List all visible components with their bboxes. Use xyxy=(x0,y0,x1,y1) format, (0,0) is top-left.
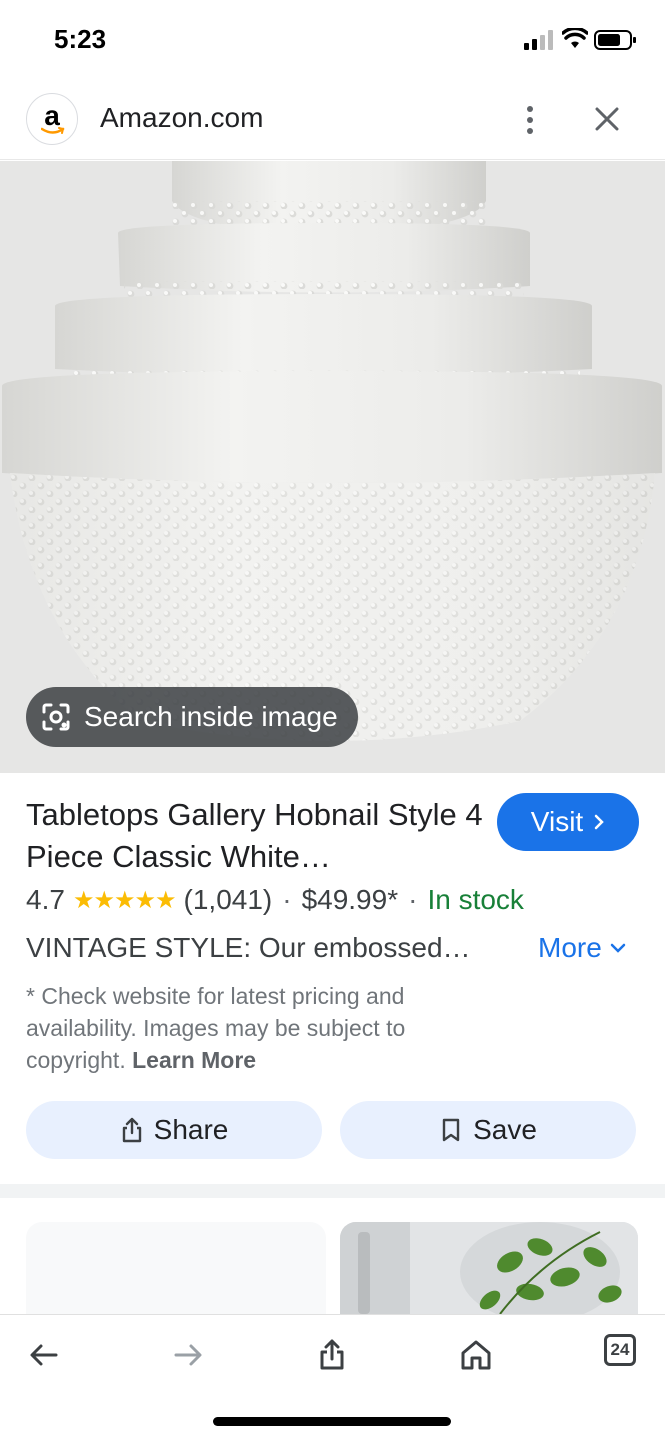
home-button[interactable] xyxy=(454,1333,498,1377)
review-count: (1,041) xyxy=(183,884,273,915)
home-icon xyxy=(461,1340,491,1370)
share-page-button[interactable] xyxy=(310,1333,354,1377)
save-label: Save xyxy=(473,1114,537,1145)
wifi-icon xyxy=(562,28,588,48)
related-thumbnail xyxy=(340,1222,638,1314)
learn-more-link[interactable]: Learn More xyxy=(132,1047,256,1073)
product-image[interactable]: Search inside image xyxy=(0,161,665,773)
more-options-icon[interactable] xyxy=(518,102,542,138)
bowls-illustration xyxy=(0,161,665,773)
status-bar: 5:23 xyxy=(0,0,665,80)
rating-value: 4.7 xyxy=(26,884,65,915)
site-name: Amazon.com xyxy=(100,102,264,133)
visit-button[interactable]: Visit xyxy=(497,793,639,851)
share-icon xyxy=(320,1339,344,1370)
chevron-right-icon xyxy=(594,814,604,830)
signal-icon xyxy=(524,30,556,50)
amazon-smile-icon xyxy=(41,127,65,134)
visit-label: Visit xyxy=(530,806,584,837)
share-icon xyxy=(122,1117,141,1143)
separator: · xyxy=(282,884,292,915)
star-rating-icon: ★★★★★ xyxy=(72,886,177,914)
section-divider xyxy=(0,1184,665,1198)
disclaimer: * Check website for latest pricing and a… xyxy=(26,980,496,1076)
site-favicon: a xyxy=(26,93,78,145)
browser-header: a Amazon.com xyxy=(0,80,665,160)
related-result-card[interactable] xyxy=(340,1222,638,1314)
battery-icon xyxy=(594,30,636,50)
tabs-button[interactable]: 24 xyxy=(604,1334,636,1366)
share-label: Share xyxy=(153,1114,229,1145)
separator: · xyxy=(408,884,418,915)
more-label: More xyxy=(538,932,602,963)
search-inside-image-button[interactable]: Search inside image xyxy=(26,687,358,747)
related-result-card[interactable] xyxy=(26,1222,326,1314)
lens-icon xyxy=(42,703,70,731)
back-button[interactable] xyxy=(22,1333,66,1377)
chevron-down-icon xyxy=(610,943,626,953)
save-button[interactable]: Save xyxy=(340,1101,636,1159)
status-time: 5:23 xyxy=(54,24,107,54)
arrow-left-icon xyxy=(30,1344,58,1366)
tab-count: 24 xyxy=(610,1340,630,1359)
product-title[interactable]: Tabletops Gallery Hobnail Style 4 Piece … xyxy=(26,794,486,878)
share-button[interactable]: Share xyxy=(26,1101,322,1159)
home-indicator xyxy=(213,1417,451,1426)
price: $49.99* xyxy=(301,884,399,915)
lens-label: Search inside image xyxy=(84,701,338,732)
forward-button[interactable] xyxy=(166,1333,210,1377)
product-meta: 4.7 ★★★★★ (1,041) · $49.99* · In stock xyxy=(26,884,524,916)
product-description: VINTAGE STYLE: Our embossed… xyxy=(26,932,471,963)
favicon-letter: a xyxy=(44,100,60,131)
arrow-right-icon xyxy=(174,1344,202,1366)
bookmark-icon xyxy=(442,1118,460,1142)
close-icon[interactable] xyxy=(590,102,624,136)
availability: In stock xyxy=(427,884,524,915)
more-button[interactable]: More xyxy=(538,932,626,964)
